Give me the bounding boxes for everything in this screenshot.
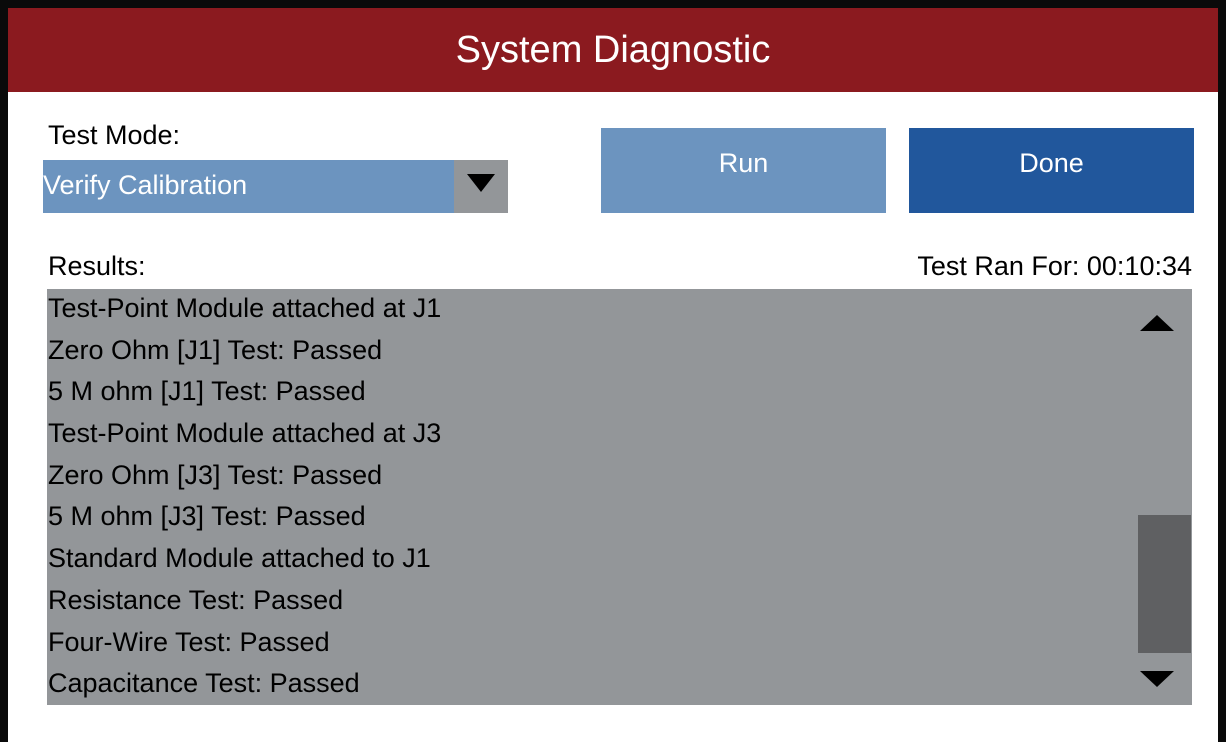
run-button[interactable]: Run (601, 128, 886, 213)
diagnostic-window: System Diagnostic Test Mode: Verify Cali… (0, 0, 1226, 742)
result-line: Zero Ohm [J3] Test: Passed (48, 459, 383, 490)
dropdown-toggle[interactable] (454, 160, 508, 213)
run-button-label: Run (718, 148, 769, 178)
scroll-up-icon[interactable] (1140, 315, 1174, 331)
scroll-down-icon[interactable] (1140, 671, 1174, 687)
result-line: Resistance Test: Passed (48, 584, 344, 615)
result-line: Test-Point Module attached at J1 (48, 293, 442, 323)
scrollbar-thumb[interactable] (1138, 515, 1191, 653)
chevron-down-icon (467, 173, 495, 192)
window-title: System Diagnostic (455, 28, 771, 71)
test-mode-label: Test Mode: (48, 120, 181, 150)
result-line: Test-Point Module attached at J3 (48, 418, 442, 449)
result-line: Standard Module attached to J1 (48, 543, 431, 574)
result-line: 5 M ohm [J3] Test: Passed (48, 501, 366, 532)
done-button-label: Done (1019, 148, 1084, 178)
test-mode-dropdown[interactable]: Verify Calibration (43, 160, 508, 213)
title-bar: System Diagnostic (8, 8, 1218, 92)
result-line: 5 M ohm [J1] Test: Passed (48, 376, 366, 407)
test-mode-value: Verify Calibration (43, 170, 248, 200)
result-line: Capacitance Test: Passed (48, 668, 360, 699)
results-list[interactable]: Test-Point Module attached at J1 Zero Oh… (47, 289, 1192, 705)
done-button[interactable]: Done (909, 128, 1194, 213)
result-line: Four-Wire Test: Passed (48, 626, 330, 657)
results-label: Results: (48, 251, 146, 281)
result-line: Zero Ohm [J1] Test: Passed (48, 334, 383, 365)
elapsed-time: Test Ran For: 00:10:34 (917, 251, 1192, 281)
